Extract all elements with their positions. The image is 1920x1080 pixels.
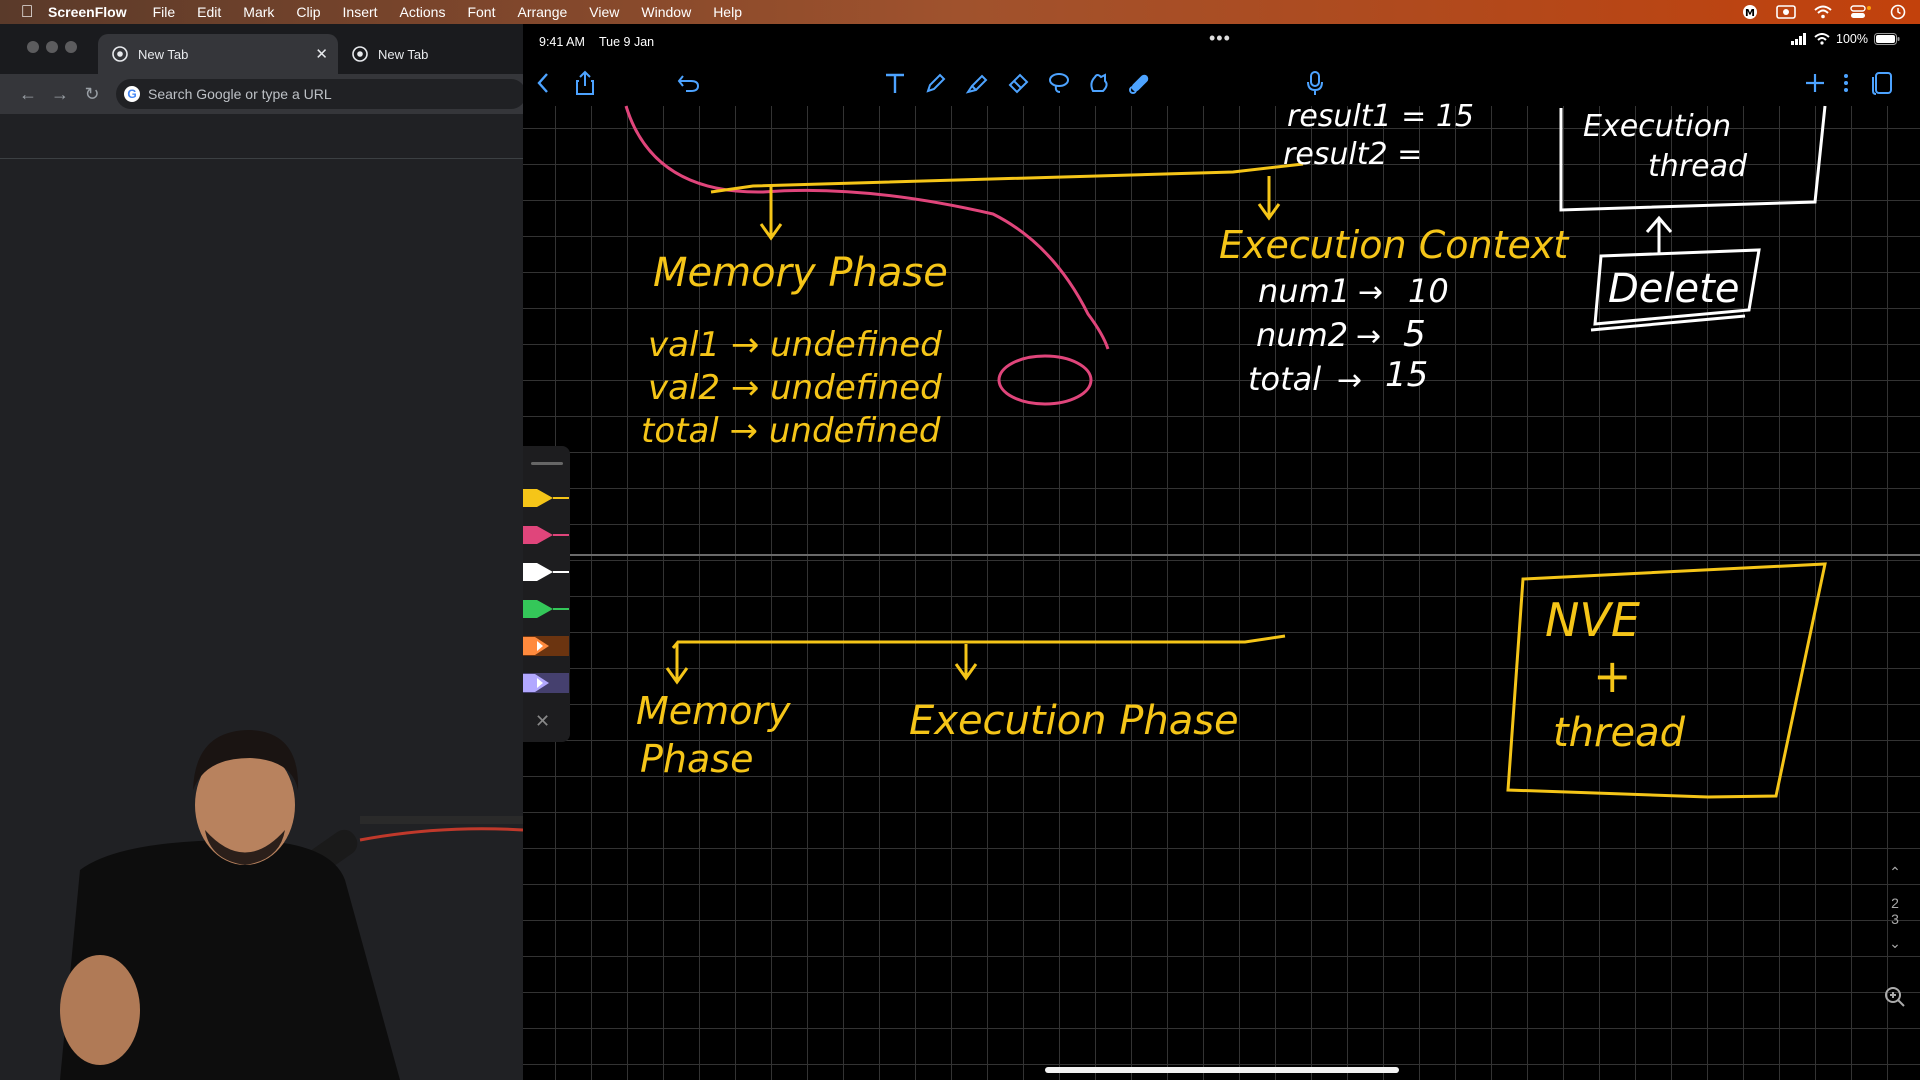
pink-highlight-circle <box>997 354 1093 406</box>
back-arrow-icon[interactable]: ← <box>12 84 44 105</box>
tab-new-tab-2[interactable]: New Tab <box>338 34 528 74</box>
context-value-num2: 5 <box>1403 314 1426 355</box>
ink-layer: result1 = 15 result2 = Execution thread … <box>624 99 1827 799</box>
menu-font[interactable]: Font <box>467 4 495 20</box>
memory-phase-bottom-line2: Phase <box>640 737 753 781</box>
address-bar[interactable]: G Search Google or type a URL <box>116 79 526 109</box>
arrow-down-context <box>1257 176 1281 221</box>
notes-app: 9:41 AM Tue 9 Jan ••• 100% result1 = 15 … <box>523 24 1920 1080</box>
memory-line-val1: val1 → undefined <box>648 325 942 365</box>
pen-pink[interactable] <box>523 524 569 546</box>
tab-title: New Tab <box>378 46 429 62</box>
menu-app-name[interactable]: ScreenFlow <box>48 4 127 20</box>
context-name-total: total <box>1248 360 1321 398</box>
page-navigator: ⌃ 2 3 ⌄ <box>1880 864 1910 1011</box>
arrow-down-memory-bottom <box>665 644 689 685</box>
svg-text:M: M <box>1745 8 1755 19</box>
address-bar-placeholder: Search Google or type a URL <box>148 86 332 102</box>
memory-line-val2: val2 → undefined <box>648 368 942 408</box>
chrome-icon <box>112 46 128 62</box>
nve-box-line3: thread <box>1553 710 1686 756</box>
menu-extras: M <box>1742 0 1906 24</box>
minimize-window-button[interactable] <box>46 41 58 53</box>
delete-label: Delete <box>1608 266 1739 312</box>
menu-window[interactable]: Window <box>641 4 691 20</box>
context-value-num1: 10 <box>1408 272 1449 310</box>
memory-line-total: total → undefined <box>641 411 941 451</box>
nve-box-line2: + <box>1593 649 1632 703</box>
close-window-button[interactable] <box>27 41 39 53</box>
menu-insert[interactable]: Insert <box>343 4 378 20</box>
close-tab-icon[interactable]: ✕ <box>315 45 328 63</box>
box-label-line2: thread <box>1648 149 1748 184</box>
box-label-line1: Execution <box>1583 109 1731 144</box>
nve-box-line1: NVE <box>1545 593 1640 647</box>
app-status-icon[interactable]: M <box>1742 4 1758 20</box>
arrow-right-icon: → <box>1358 275 1383 310</box>
menu-bar:  ScreenFlow File Edit Mark Clip Insert … <box>0 0 1920 24</box>
tab-title: New Tab <box>138 46 189 62</box>
memory-phase-title: Memory Phase <box>653 250 948 296</box>
top-bracket-stroke <box>710 162 1304 194</box>
menu-edit[interactable]: Edit <box>197 4 221 20</box>
tray-handle[interactable] <box>531 462 563 465</box>
zoom-icon[interactable] <box>1880 986 1910 1011</box>
pen-tray: ✕ <box>523 446 570 742</box>
context-name-num2: num2 <box>1256 316 1348 354</box>
highlighter-purple[interactable] <box>523 672 569 694</box>
arrow-down-memory <box>759 186 783 241</box>
result2-text: result2 = <box>1283 137 1422 172</box>
bottom-bracket-stroke <box>671 634 1286 649</box>
menu-arrange[interactable]: Arrange <box>517 4 567 20</box>
context-name-num1: num1 <box>1258 272 1350 310</box>
chevron-down-icon[interactable]: ⌄ <box>1880 935 1910 952</box>
reload-icon[interactable]: ↻ <box>76 84 108 105</box>
google-icon: G <box>124 86 140 102</box>
browser-toolbar: ← → ↻ G Search Google or type a URL <box>0 74 526 114</box>
home-indicator[interactable] <box>1045 1067 1399 1073</box>
forward-arrow-icon[interactable]: → <box>44 84 76 105</box>
webcam-overlay <box>60 730 523 1080</box>
pen-white[interactable] <box>523 561 569 583</box>
result1-text: result1 = 15 <box>1287 99 1474 134</box>
page-total: 3 <box>1891 911 1899 927</box>
menu-mark[interactable]: Mark <box>243 4 274 20</box>
highlighter-orange[interactable] <box>523 635 569 657</box>
arrow-right-icon: → <box>1337 363 1362 398</box>
arrow-right-icon: → <box>1356 319 1381 354</box>
presenter-hand <box>60 955 140 1065</box>
divider <box>0 158 523 159</box>
context-value-total: 15 <box>1385 355 1428 395</box>
pen-green[interactable] <box>523 598 569 620</box>
menu-view[interactable]: View <box>589 4 619 20</box>
memory-phase-bottom-line1: Memory <box>636 689 791 733</box>
chrome-icon <box>352 46 368 62</box>
control-center-icon[interactable] <box>1850 5 1872 19</box>
wifi-icon[interactable] <box>1814 5 1832 19</box>
menu-actions[interactable]: Actions <box>400 4 446 20</box>
screen-record-icon[interactable] <box>1776 4 1796 20</box>
cable <box>359 827 523 842</box>
menu-file[interactable]: File <box>153 4 176 20</box>
pen-yellow[interactable] <box>523 487 569 509</box>
clock-icon[interactable] <box>1890 4 1906 20</box>
arrow-up-icon <box>1645 215 1673 254</box>
chevron-up-icon[interactable]: ⌃ <box>1880 864 1910 881</box>
menu-clip[interactable]: Clip <box>296 4 320 20</box>
tab-strip: New Tab ✕ New Tab <box>0 24 523 74</box>
close-tray-icon[interactable]: ✕ <box>535 711 550 732</box>
menu-help[interactable]: Help <box>713 4 742 20</box>
execution-phase-title: Execution Phase <box>909 698 1239 744</box>
pink-connector-stroke <box>624 105 1110 350</box>
arrow-down-execution-bottom <box>954 644 978 681</box>
apple-icon[interactable]:  <box>16 1 38 23</box>
zoom-window-button[interactable] <box>65 41 77 53</box>
page-current: 2 <box>1891 895 1899 911</box>
tab-new-tab-1[interactable]: New Tab ✕ <box>98 34 338 74</box>
execution-context-title: Execution Context <box>1219 223 1570 267</box>
